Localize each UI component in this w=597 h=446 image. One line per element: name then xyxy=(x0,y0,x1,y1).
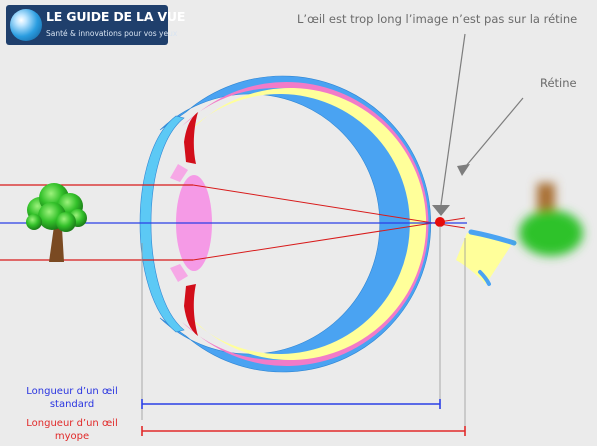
blurred-tree-image xyxy=(519,183,583,256)
tree-crown xyxy=(26,183,87,232)
myopic-length-bar xyxy=(141,426,466,436)
standard-length-label-line1: Longueur d’un œil xyxy=(26,386,118,397)
standard-length-label-line2: standard xyxy=(49,399,95,410)
ciliary-body-upper xyxy=(170,164,188,182)
myopic-length-label: Longueur d’un œil myope xyxy=(8,417,136,443)
iris-upper xyxy=(184,112,198,164)
focus-point xyxy=(435,217,445,227)
myopic-length-label-line1: Longueur d’un œil xyxy=(26,418,118,429)
long-eye-caption: L’œil est trop long l’image n’est pas su… xyxy=(297,12,578,26)
standard-length-bar xyxy=(141,399,441,409)
ciliary-body-lower xyxy=(170,264,188,282)
myopia-eye-diagram xyxy=(0,33,583,436)
myopic-length-label-line2: myope xyxy=(54,431,90,442)
pointer-arrow-retina xyxy=(457,97,524,176)
pointer-arrow-long-eye xyxy=(432,33,466,216)
iris-lower xyxy=(184,284,198,336)
standard-length-label: Longueur d’un œil standard xyxy=(8,385,136,411)
retina-label: Rétine xyxy=(540,76,577,90)
